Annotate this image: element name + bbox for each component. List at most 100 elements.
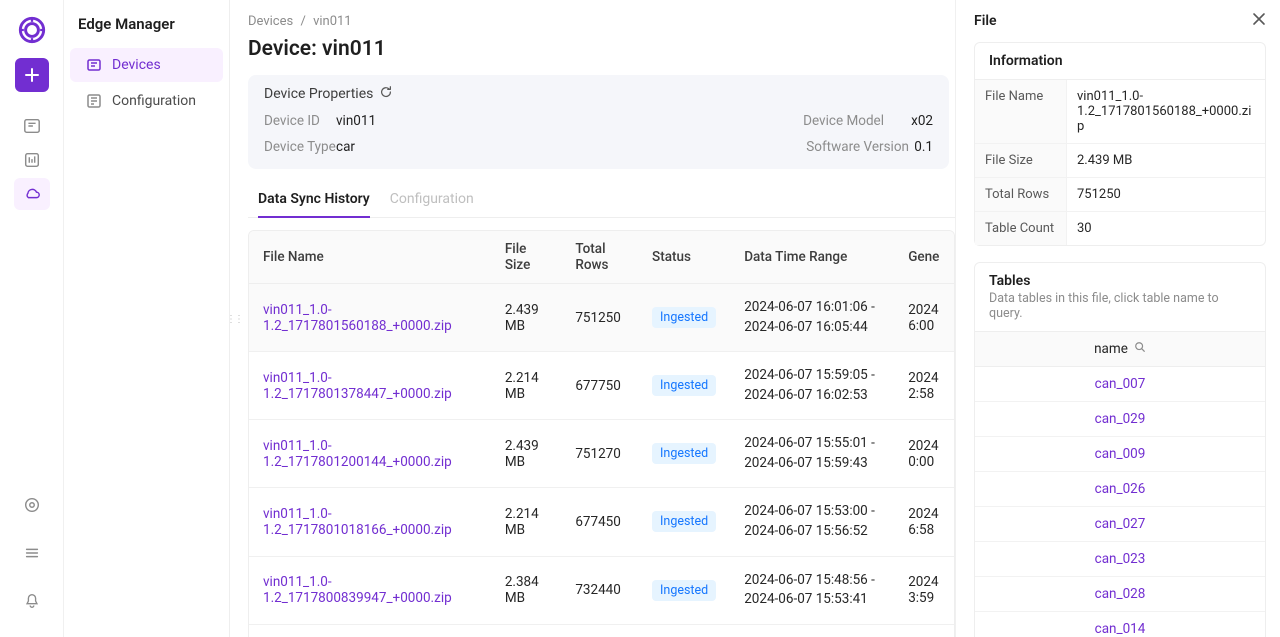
table-link[interactable]: can_014 [1095,621,1146,637]
cell-range: 2024-06-07 15:48:56 - 2024-06-07 15:53:4… [730,556,894,624]
tabs: Data Sync History Configuration [248,183,955,218]
cell-size: 2.27 MB [491,624,562,637]
table-link[interactable]: can_026 [1095,481,1146,497]
information-header: Information [975,43,1265,80]
table-row[interactable]: vin011_1.0-1.2_1717801018166_+0000.zip 2… [249,488,954,556]
cell-gen: 2024 6:00 [894,284,954,352]
brand-title: Edge Manager [64,0,229,48]
app-logo [16,14,48,46]
info-file-size-value: 2.439 MB [1067,144,1265,177]
bell-icon[interactable] [14,585,50,617]
device-id-value: vin011 [336,113,376,129]
cell-rows: 677450 [561,488,638,556]
cell-rows: 751270 [561,420,638,488]
table-link[interactable]: can_009 [1095,446,1146,462]
table-row[interactable]: vin011_1.0-1.2_1717801378447_+0000.zip 2… [249,352,954,420]
cell-rows: 677750 [561,352,638,420]
device-type-label: Device Type [264,139,336,155]
main-content: Devices / vin011 Device: vin011 Device P… [230,0,955,637]
table-row[interactable]: vin011_1.0-1.2_1717801200144_+0000.zip 2… [249,420,954,488]
rail-icon-2[interactable] [14,144,50,176]
table-link[interactable]: can_007 [1095,376,1146,392]
device-properties-card: Device Properties Device IDvin011 Device… [248,75,949,169]
file-link[interactable]: vin011_1.0-1.2_1717800839947_+0000.zip [263,574,452,606]
th-status[interactable]: Status [638,231,730,284]
th-data-time-range[interactable]: Data Time Range [730,231,894,284]
cell-range: 2024-06-07 15:55:01 - 2024-06-07 15:59:4… [730,420,894,488]
sidebar-item-label: Configuration [112,93,196,109]
table-row[interactable]: vin011_1.0-1.2_1717801560188_+0000.zip 2… [249,284,954,352]
table-list-row: can_007 [975,367,1265,402]
file-link[interactable]: vin011_1.0-1.2_1717801560188_+0000.zip [263,302,452,334]
tables-subtitle: Data tables in this file, click table na… [975,291,1265,331]
table-list-row: can_026 [975,472,1265,507]
cell-gen: 2024 0:58 [894,624,954,637]
tab-configuration[interactable]: Configuration [390,183,474,217]
breadcrumb-root[interactable]: Devices [248,14,293,29]
table-row[interactable]: vin011_1.0-1.2_1717800658384_+0000.zip 2… [249,624,954,637]
info-table-count-label: Table Count [975,212,1067,245]
table-list-row: can_027 [975,507,1265,542]
table-link[interactable]: can_029 [1095,411,1146,427]
device-model-value: x02 [911,113,933,129]
table-list-row: can_028 [975,577,1265,612]
software-version-value: 0.1 [914,139,933,155]
status-badge: Ingested [652,307,716,328]
cell-range: 2024-06-07 15:46:54 - 2024-06-07 15:50:5… [730,624,894,637]
cell-size: 2.214 MB [491,352,562,420]
software-version-label: Software Version [806,139,914,155]
device-type-value: car [336,139,355,155]
th-generated[interactable]: Gene [894,231,954,284]
device-id-label: Device ID [264,113,336,129]
cell-gen: 2024 6:58 [894,488,954,556]
status-badge: Ingested [652,580,716,601]
table-link[interactable]: can_027 [1095,516,1146,532]
table-list-row: can_029 [975,402,1265,437]
sidebar-item-devices[interactable]: Devices [70,48,223,82]
info-total-rows-value: 751250 [1067,178,1265,211]
file-link[interactable]: vin011_1.0-1.2_1717801378447_+0000.zip [263,370,452,402]
panel-title: File [974,13,997,29]
info-file-size-label: File Size [975,144,1067,177]
cell-size: 2.214 MB [491,488,562,556]
info-total-rows-label: Total Rows [975,178,1067,211]
reload-icon[interactable] [379,85,393,103]
device-model-label: Device Model [803,113,911,129]
cell-range: 2024-06-07 15:53:00 - 2024-06-07 15:56:5… [730,488,894,556]
properties-header: Device Properties [264,85,933,103]
th-total-rows[interactable]: Total Rows [561,231,638,284]
table-link[interactable]: can_023 [1095,551,1146,567]
rail-icon-1[interactable] [14,110,50,142]
table-list-row: can_009 [975,437,1265,472]
th-file-name[interactable]: File Name [249,231,491,284]
status-badge: Ingested [652,443,716,464]
add-button[interactable] [15,58,49,92]
nav-icon [86,93,102,109]
cell-size: 2.439 MB [491,420,562,488]
close-icon[interactable] [1252,12,1266,30]
tab-data-sync-history[interactable]: Data Sync History [258,183,370,217]
file-link[interactable]: vin011_1.0-1.2_1717801018166_+0000.zip [263,506,452,538]
table-list-row: can_023 [975,542,1265,577]
tables-name-col: name [1094,341,1128,357]
menu-icon[interactable] [14,537,50,569]
tables-card: Tables Data tables in this file, click t… [974,262,1266,637]
table-row[interactable]: vin011_1.0-1.2_1717800839947_+0000.zip 2… [249,556,954,624]
data-sync-table: File Name File Size Total Rows Status Da… [248,230,955,637]
rail-icon-cloud[interactable] [14,178,50,210]
file-link[interactable]: vin011_1.0-1.2_1717801200144_+0000.zip [263,438,452,470]
th-file-size[interactable]: File Size [491,231,562,284]
sidebar-item-configuration[interactable]: Configuration [70,84,223,118]
settings-icon[interactable] [14,489,50,521]
cell-gen: 2024 2:58 [894,352,954,420]
properties-header-text: Device Properties [264,86,373,102]
breadcrumb: Devices / vin011 [248,14,955,29]
cell-size: 2.384 MB [491,556,562,624]
page-title: Device: vin011 [248,37,955,61]
tables-name-header[interactable]: name [975,331,1265,367]
breadcrumb-current: vin011 [313,14,352,29]
table-link[interactable]: can_028 [1095,586,1146,602]
search-icon[interactable] [1134,341,1146,357]
cell-range: 2024-06-07 16:01:06 - 2024-06-07 16:05:4… [730,284,894,352]
file-detail-panel: File Information File Namevin011_1.0-1.2… [955,0,1280,637]
